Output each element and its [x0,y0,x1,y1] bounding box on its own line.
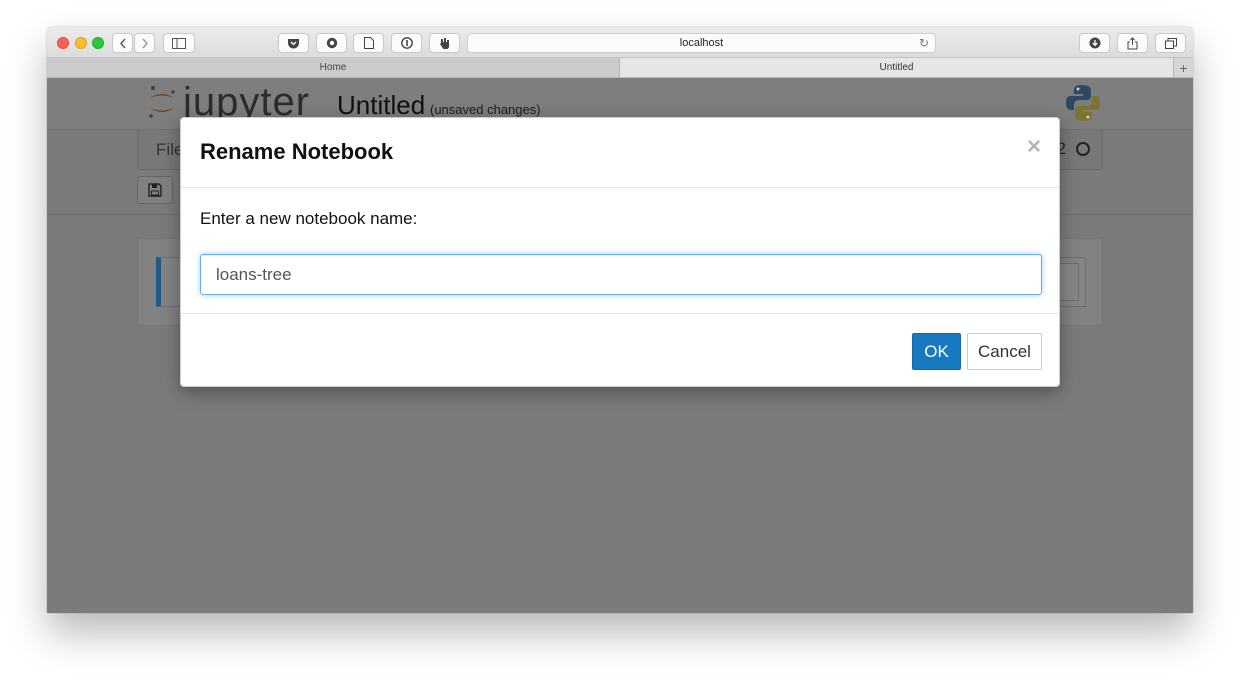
forward-button[interactable] [134,33,155,53]
pocket-button[interactable] [278,33,309,53]
dialog-title: Rename Notebook [200,139,394,164]
python-logo-icon [1066,85,1100,121]
sidebar-button[interactable] [163,33,195,53]
document-icon [363,37,374,49]
share-icon [1127,36,1138,49]
ok-button[interactable]: OK [912,333,961,370]
ghostery-icon [326,37,337,49]
tab-bar: Home Untitled + [47,58,1193,78]
pocket-icon [288,38,299,48]
floppy-disk-icon [148,183,162,197]
window-minimize-button[interactable] [75,37,87,49]
dialog-prompt: Enter a new notebook name: [200,209,418,228]
back-button[interactable] [112,33,133,53]
reload-icon[interactable]: ↻ [919,37,929,49]
chevron-left-icon [119,38,126,48]
save-button[interactable] [137,176,173,204]
window-zoom-button[interactable] [92,37,104,49]
browser-window: localhost ↻ Home Untitled + jupyter Unti… [47,27,1193,613]
jupyter-logo: jupyter [147,82,310,122]
rename-notebook-dialog: Rename Notebook × Enter a new notebook n… [180,117,1060,387]
tab-untitled[interactable]: Untitled [620,58,1173,77]
show-tabs-button[interactable] [1155,33,1186,53]
browser-titlebar: localhost ↻ [47,27,1193,58]
save-status: (unsaved changes) [430,102,541,117]
tabs-icon [1164,37,1177,49]
chevron-right-icon [141,38,148,48]
extension-button[interactable] [316,33,347,53]
dialog-body: Enter a new notebook name: [181,188,1059,314]
tab-home[interactable]: Home [47,58,620,77]
jupyter-wordmark: jupyter [183,80,311,124]
share-button[interactable] [1117,33,1148,53]
new-tab-button[interactable]: + [1173,58,1193,77]
downloads-button[interactable] [1079,33,1110,53]
notebook-name-input[interactable] [200,254,1042,295]
hand-button[interactable] [429,33,460,53]
jupyter-logo-icon [149,86,175,118]
cancel-button[interactable]: Cancel [967,333,1042,370]
kernel-idle-icon [1076,142,1090,156]
dialog-footer: OK Cancel [181,314,1059,388]
password-button[interactable] [391,33,422,53]
close-icon[interactable]: × [1027,135,1041,159]
address-bar[interactable]: localhost ↻ [467,33,936,53]
url-text: localhost [679,37,724,49]
window-close-button[interactable] [57,37,69,49]
download-icon [1089,37,1100,49]
sidebar-icon [172,37,186,49]
reader-button[interactable] [353,33,384,53]
dialog-header: Rename Notebook × [181,118,1059,188]
hand-icon [440,38,450,49]
1password-icon [400,37,413,49]
